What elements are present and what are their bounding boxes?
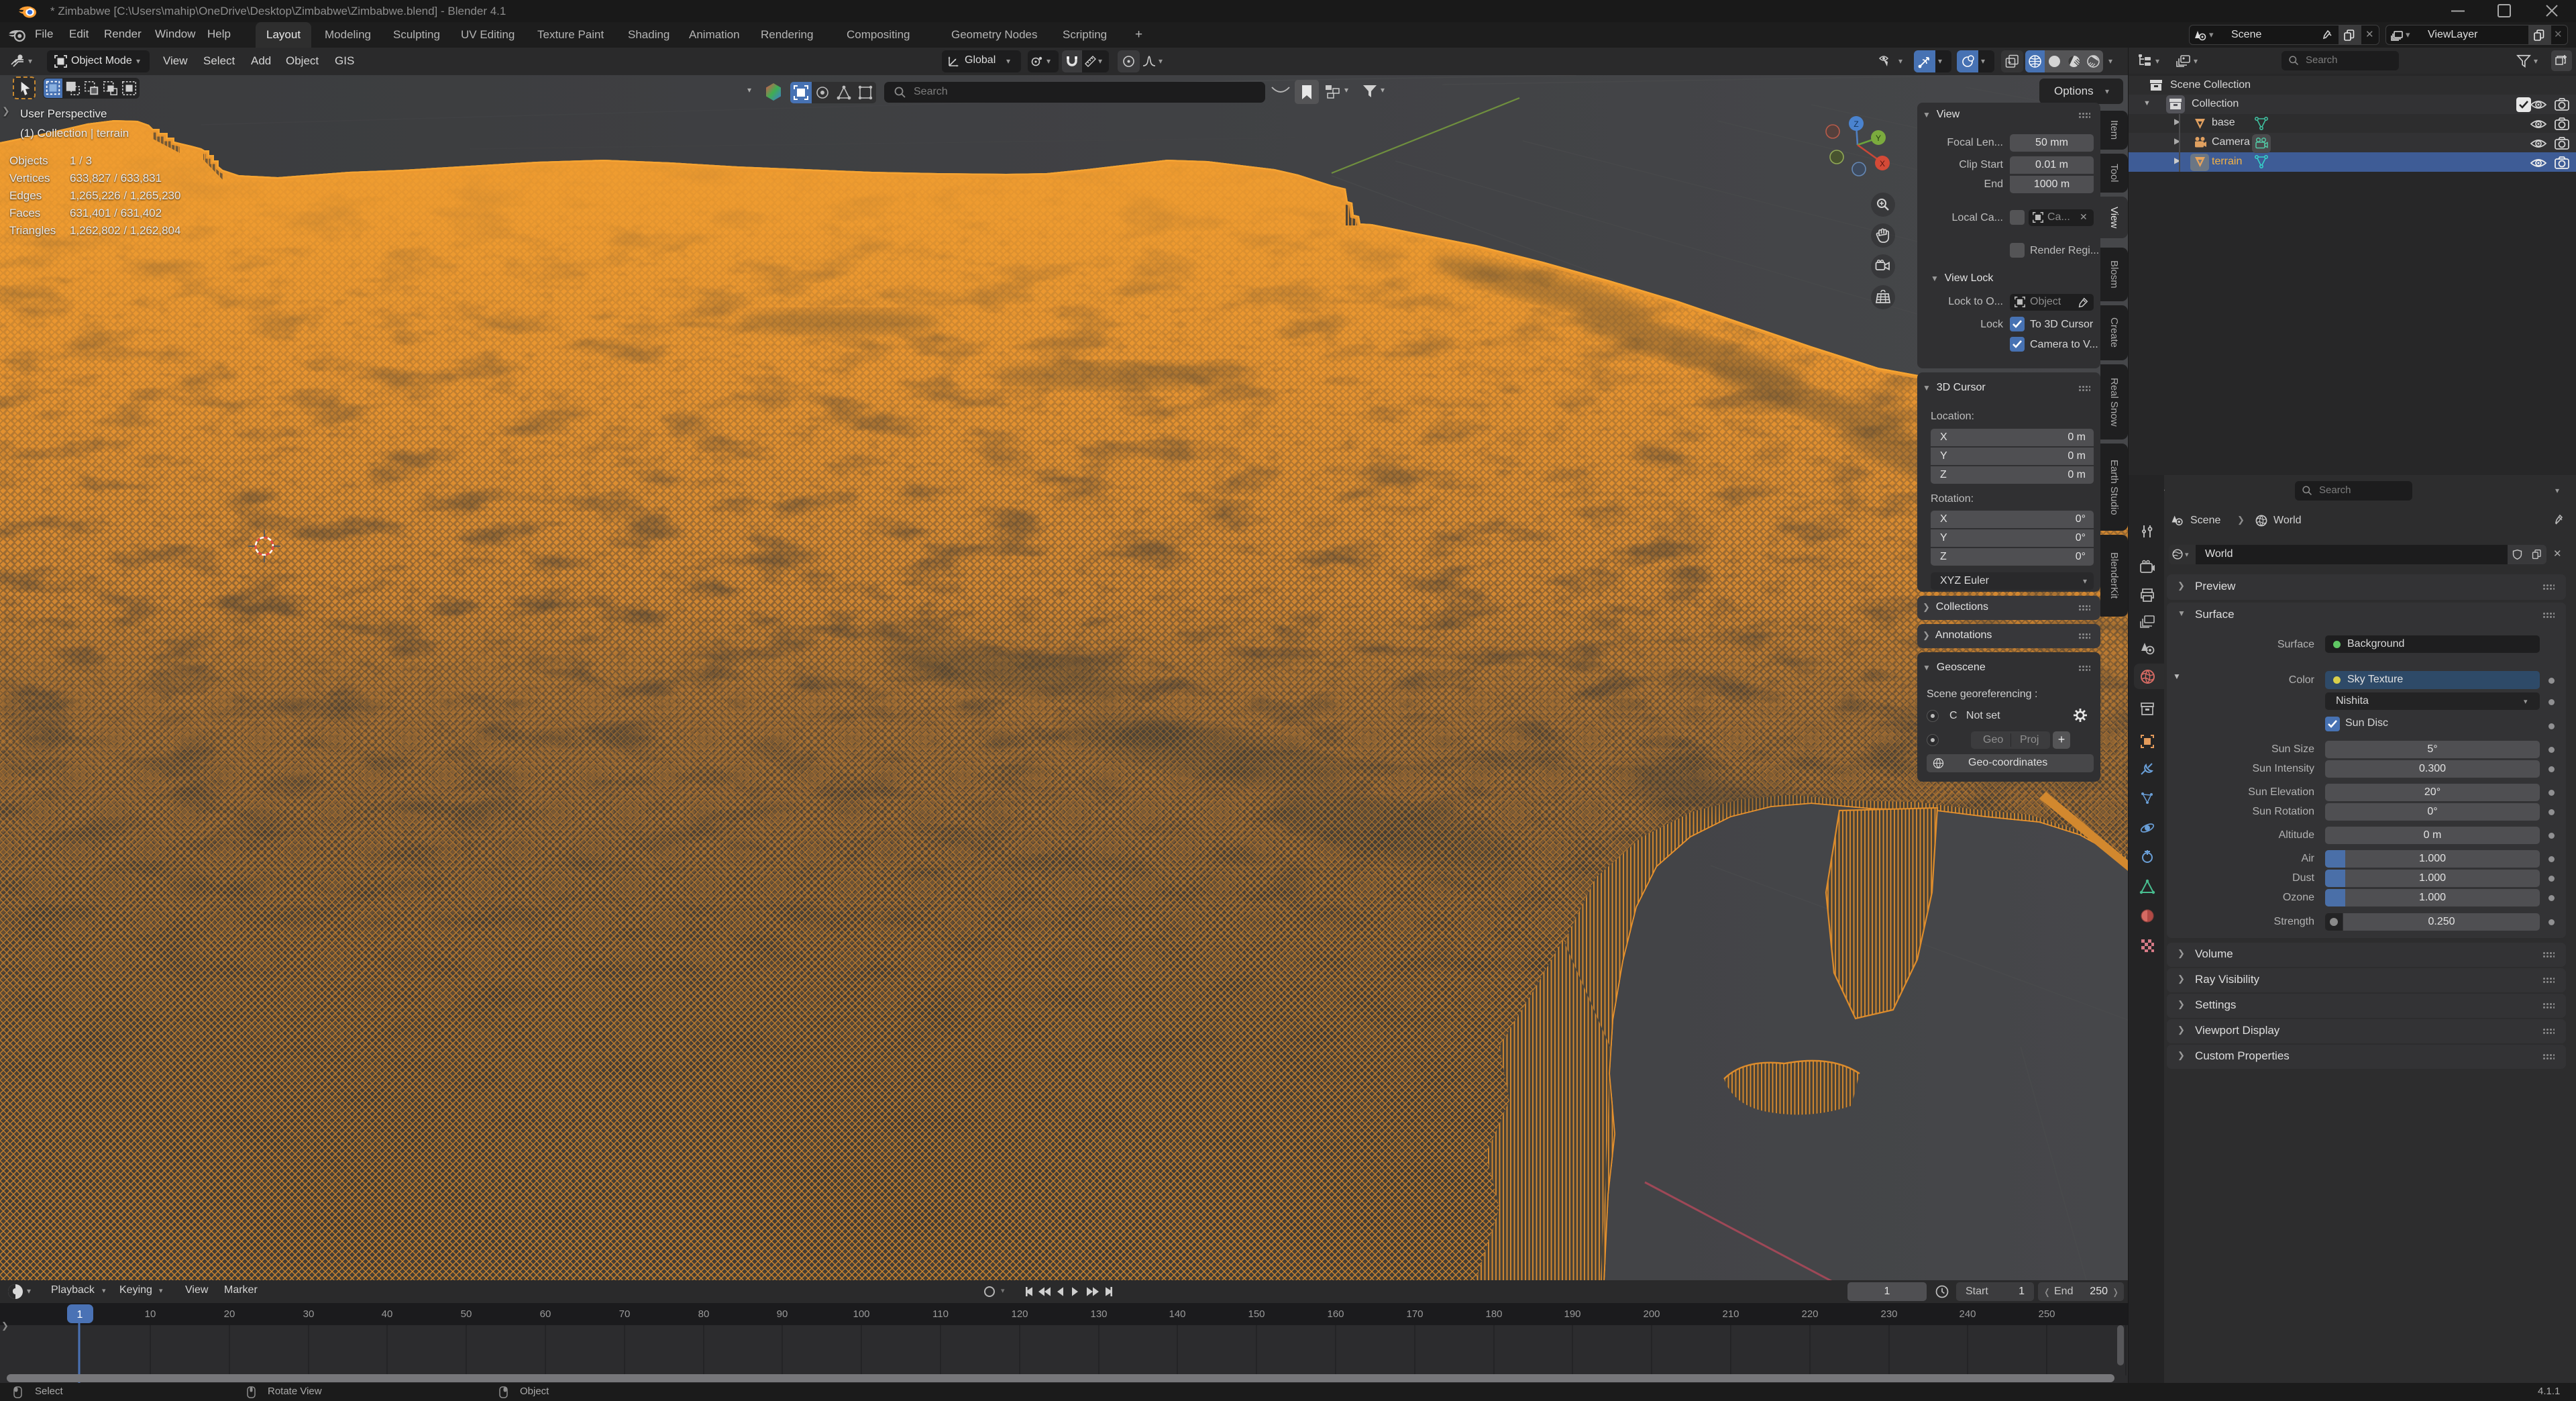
svg-text:210: 210 xyxy=(1722,1308,1739,1320)
svg-text:10: 10 xyxy=(145,1308,156,1320)
svg-text:30: 30 xyxy=(303,1308,315,1320)
svg-text:90: 90 xyxy=(777,1308,788,1320)
svg-text:200: 200 xyxy=(1643,1308,1660,1320)
svg-text:80: 80 xyxy=(698,1308,710,1320)
svg-text:20: 20 xyxy=(224,1308,235,1320)
svg-text:110: 110 xyxy=(932,1308,949,1320)
svg-text:60: 60 xyxy=(540,1308,551,1320)
svg-text:70: 70 xyxy=(619,1308,631,1320)
svg-text:X: X xyxy=(1880,159,1885,168)
svg-text:250: 250 xyxy=(2038,1308,2055,1320)
svg-text:50: 50 xyxy=(461,1308,472,1320)
svg-text:150: 150 xyxy=(1248,1308,1265,1320)
svg-text:100: 100 xyxy=(853,1308,869,1320)
svg-text:140: 140 xyxy=(1169,1308,1185,1320)
svg-text:240: 240 xyxy=(1959,1308,1976,1320)
svg-text:160: 160 xyxy=(1327,1308,1344,1320)
svg-text:1: 1 xyxy=(77,1309,83,1320)
svg-text:170: 170 xyxy=(1406,1308,1423,1320)
svg-text:120: 120 xyxy=(1011,1308,1028,1320)
svg-text:190: 190 xyxy=(1564,1308,1580,1320)
svg-text:180: 180 xyxy=(1485,1308,1502,1320)
svg-text:Z: Z xyxy=(1854,119,1858,129)
svg-text:40: 40 xyxy=(382,1308,393,1320)
svg-text:130: 130 xyxy=(1090,1308,1107,1320)
svg-text:220: 220 xyxy=(1801,1308,1818,1320)
svg-text:230: 230 xyxy=(1880,1308,1897,1320)
svg-text:Y: Y xyxy=(1876,134,1881,143)
